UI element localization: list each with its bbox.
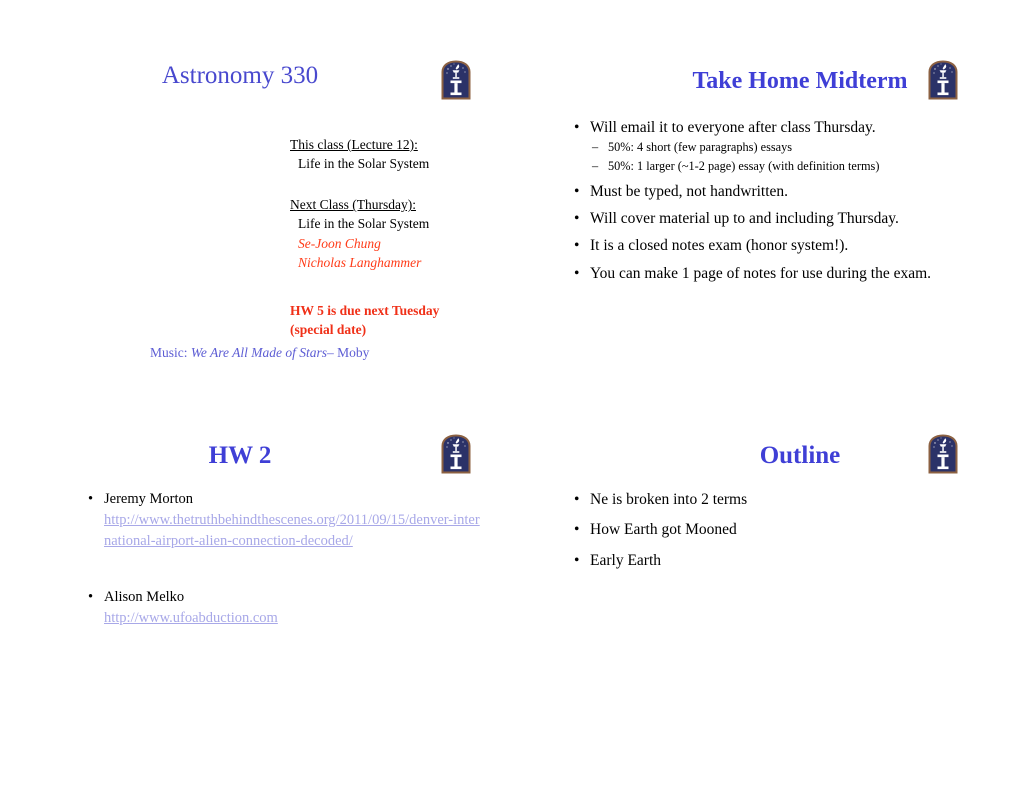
list-item: • Will cover material up to and includin… [572,209,1002,229]
bullet-glyph: • [574,237,580,255]
dash-glyph: – [592,140,599,155]
list-item: • It is a closed notes exam (honor syste… [572,236,1002,256]
bullet-glyph: • [574,183,580,201]
slide-3-body: • Jeremy Morton http://www.thetruthbehin… [86,489,486,629]
slide-1-body: This class (Lecture 12): Life in the Sol… [150,135,480,360]
music-credit: Music: We Are All Made of Stars– Moby [150,343,369,362]
bullet-glyph: • [574,521,580,539]
bullet-glyph: • [574,210,580,228]
next-class-topic: Life in the Solar System [298,216,430,232]
sub-bullet-text: 50%: 1 larger (~1-2 page) essay (with de… [608,159,880,174]
student-name: Jeremy Morton [104,491,193,507]
list-item: • Alison Melko http://www.ufoabduction.c… [86,587,486,629]
this-class-block: This class (Lecture 12): Life in the Sol… [150,135,480,173]
university-block-i-torch-logo [441,60,471,100]
bullet-glyph: • [574,264,580,282]
submission-link[interactable]: http://www.thetruthbehindthescenes.org/2… [104,510,486,553]
bullet-text: You can make 1 page of notes for use dur… [590,264,932,282]
university-block-i-torch-logo [441,434,471,474]
list-item: • Ne is broken into 2 terms [572,489,992,511]
page-title: HW 2 [208,442,272,469]
handout-page: Astronomy 330 This class (Lecture 12): L… [0,0,1020,788]
this-class-header: This class (Lecture 12): [290,137,418,152]
submission-link[interactable]: http://www.ufoabduction.com [104,608,486,629]
bullet-glyph: • [574,119,580,136]
midterm-sub-bullet-list: – 50%: 4 short (few paragraphs) essays –… [590,140,1002,175]
list-item: • How Earth got Mooned [572,519,992,541]
music-title: We Are All Made of Stars [190,345,328,360]
list-item: • Early Earth [572,550,992,572]
slide-2-body: • Will email it to everyone after class … [572,118,1002,291]
slide-4-body: • Ne is broken into 2 terms • How Earth … [572,489,992,580]
list-item: • You can make 1 page of notes for use d… [572,264,1002,284]
homework-due-line-1: HW 5 is due next Tuesday [290,302,440,318]
university-block-i-torch-logo [928,434,958,474]
university-block-i-torch-logo [928,60,958,100]
sub-list-item: – 50%: 4 short (few paragraphs) essays [590,140,1002,156]
dash-glyph: – [592,159,599,174]
student-name: Alison Melko [104,588,185,605]
sub-bullet-text: 50%: 4 short (few paragraphs) essays [608,140,793,155]
bullet-text: Will email it to everyone after class Th… [590,119,876,136]
bullet-text: Must be typed, not handwritten. [590,183,789,201]
bullet-glyph: • [88,588,94,605]
page-title: Astronomy 330 [161,62,319,89]
bullet-glyph: • [574,491,580,508]
presenter-2: Nicholas Langhammer [298,254,422,270]
slide-astronomy-330: Astronomy 330 This class (Lecture 12): L… [0,0,510,394]
slide-take-home-midterm: Take Home Midterm • Will email it to eve… [510,0,1020,394]
hw2-submission-list: • Jeremy Morton http://www.thetruthbehin… [86,489,486,629]
presenter-1: Se-Joon Chung [298,235,381,251]
list-spacer [86,553,486,587]
music-artist: – Moby [327,345,370,360]
homework-due-line-2: (special date) [290,321,367,337]
slide-outline: Outline • Ne is broken into 2 terms • Ho… [510,374,1020,768]
sub-list-item: – 50%: 1 larger (~1-2 page) essay (with … [590,159,1002,175]
midterm-bullet-list: • Will email it to everyone after class … [572,118,1002,284]
list-item: • Will email it to everyone after class … [572,118,1002,175]
bullet-text: Will cover material up to and including … [590,210,899,228]
bullet-text: Early Earth [590,551,662,569]
homework-due-note: HW 5 is due next Tuesday (special date) [290,302,480,339]
bullet-text: How Earth got Mooned [590,521,737,539]
bullet-glyph: • [574,551,580,569]
outline-bullet-list: • Ne is broken into 2 terms • How Earth … [572,489,992,572]
this-class-topic: Life in the Solar System [298,156,430,172]
bullet-text: It is a closed notes exam (honor system!… [590,237,849,255]
bullet-glyph: • [88,491,94,507]
music-prefix: Music: [150,345,191,360]
list-item: • Jeremy Morton http://www.thetruthbehin… [86,489,486,553]
list-item: • Must be typed, not handwritten. [572,182,1002,202]
bullet-text: Ne is broken into 2 terms [590,491,748,508]
slide-hw-2: HW 2 • Jeremy Morton http://www.thetruth… [0,374,510,768]
next-class-block: Next Class (Thursday): Life in the Solar… [150,195,480,272]
next-class-header: Next Class (Thursday): [290,197,416,213]
